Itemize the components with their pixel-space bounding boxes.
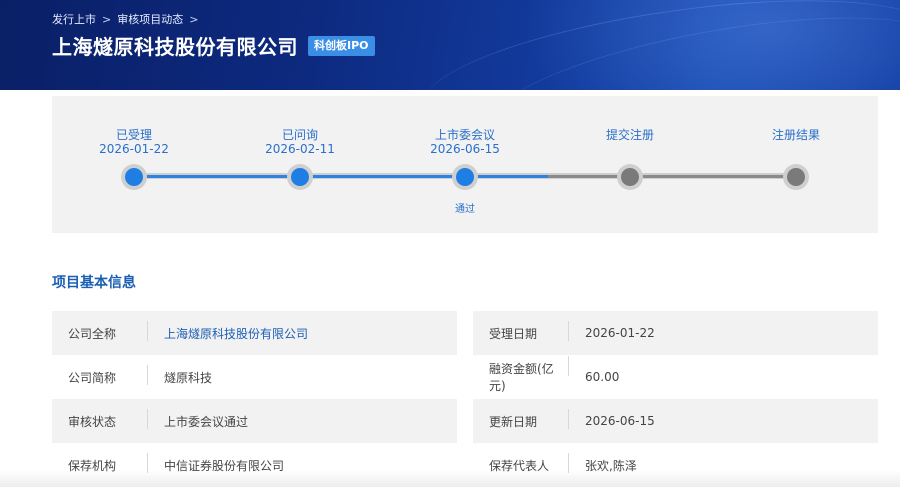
- breadcrumb: 发行上市 > 审核项目动态 >: [52, 11, 204, 27]
- info-table: 公司全称 上海燧原科技股份有限公司 受理日期 2026-01-22 公司简称 燧…: [52, 311, 878, 487]
- progress-track-pending: [548, 174, 796, 178]
- breadcrumb-separator-icon: >: [189, 12, 199, 26]
- field-value: 60.00: [585, 370, 620, 384]
- step-node-listing-committee: [452, 164, 478, 190]
- title-row: 上海燧原科技股份有限公司 科创板IPO: [52, 31, 375, 60]
- step-label-registration-result: 注册结果: [736, 128, 856, 142]
- step-name: 已受理: [115, 128, 152, 142]
- step-date: 2026-02-11: [265, 142, 335, 156]
- field-label: 融资金额(亿元): [473, 356, 569, 394]
- info-cell: 审核状态 上市委会议通过: [52, 399, 457, 443]
- step-node-registration-result: [783, 164, 809, 190]
- header-banner: 发行上市 > 审核项目动态 > 上海燧原科技股份有限公司 科创板IPO: [0, 0, 900, 90]
- step-date: 2026-06-15: [430, 142, 500, 156]
- step-dot: [456, 168, 474, 186]
- section-title: 项目基本信息: [52, 275, 136, 291]
- table-row: 公司全称 上海燧原科技股份有限公司 受理日期 2026-01-22: [52, 311, 878, 355]
- progress-panel: 已受理 2026-01-22 已问询 2026-02-11 上市委会议 2026…: [52, 96, 878, 233]
- bottom-fade: [0, 470, 900, 487]
- info-cell: 公司简称 燧原科技: [52, 355, 457, 399]
- step-dot: [787, 168, 805, 186]
- field-value: 2026-01-22: [585, 326, 655, 340]
- step-node-inquired: [287, 164, 313, 190]
- step-dot: [621, 168, 639, 186]
- step-dot: [291, 168, 309, 186]
- step-name: 注册结果: [771, 128, 820, 142]
- step-dot: [125, 168, 143, 186]
- field-label: 更新日期: [473, 408, 569, 430]
- info-cell: 融资金额(亿元) 60.00: [473, 355, 878, 399]
- step-name: 已问询: [281, 128, 318, 142]
- step-name: 提交注册: [605, 128, 654, 142]
- info-cell: 公司全称 上海燧原科技股份有限公司: [52, 311, 457, 355]
- breadcrumb-separator-icon: >: [102, 12, 112, 26]
- step-label-submit-registration: 提交注册: [570, 128, 690, 142]
- step-note-passed: 通过: [455, 204, 475, 215]
- step-node-accepted: [121, 164, 147, 190]
- company-full-name-link[interactable]: 上海燧原科技股份有限公司: [148, 325, 308, 342]
- step-label-accepted: 已受理 2026-01-22: [74, 128, 194, 156]
- field-label: 公司全称: [52, 320, 148, 342]
- step-label-inquired: 已问询 2026-02-11: [240, 128, 360, 156]
- step-date: 2026-01-22: [99, 142, 169, 156]
- field-label: 受理日期: [473, 320, 569, 342]
- field-label: 审核状态: [52, 408, 148, 430]
- field-value: 燧原科技: [164, 370, 213, 385]
- table-row: 公司简称 燧原科技 融资金额(亿元) 60.00: [52, 355, 878, 399]
- table-row: 审核状态 上市委会议通过 更新日期 2026-06-15: [52, 399, 878, 443]
- breadcrumb-item-review-news[interactable]: 审核项目动态: [117, 11, 183, 27]
- info-cell: 更新日期 2026-06-15: [473, 399, 878, 443]
- info-cell: 受理日期 2026-01-22: [473, 311, 878, 355]
- field-value: 上市委会议通过: [164, 414, 249, 429]
- step-name: 上市委会议: [434, 128, 495, 142]
- page-title: 上海燧原科技股份有限公司: [52, 35, 298, 59]
- step-node-submit-registration: [617, 164, 643, 190]
- board-badge: 科创板IPO: [308, 35, 375, 56]
- progress-track-done: [134, 174, 548, 178]
- field-value: 2026-06-15: [585, 414, 655, 428]
- field-label: 公司简称: [52, 364, 148, 386]
- step-label-listing-committee: 上市委会议 2026-06-15: [405, 128, 525, 156]
- breadcrumb-item-listing[interactable]: 发行上市: [52, 11, 96, 27]
